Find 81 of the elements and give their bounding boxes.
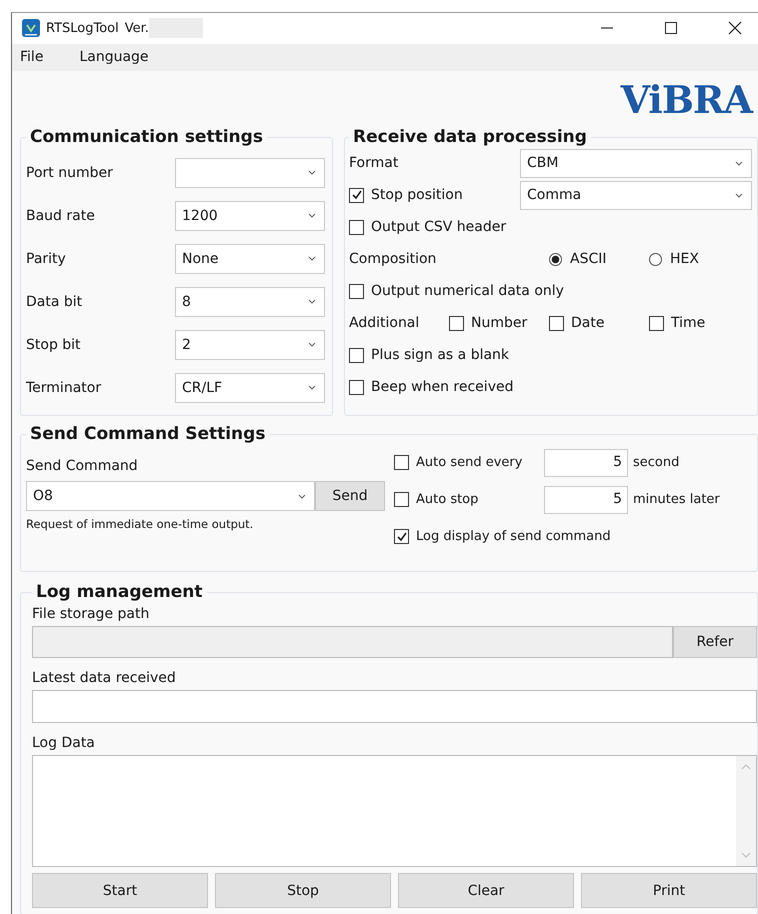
dropdown[interactable]: 1200 xyxy=(175,200,325,230)
checkbox[interactable]: Plus sign as a blank xyxy=(349,347,510,363)
radio-button[interactable]: HEX xyxy=(649,251,749,267)
caret-icon xyxy=(735,192,743,198)
dropdown[interactable]: CBM xyxy=(520,148,752,178)
radio-circle[interactable] xyxy=(649,252,662,266)
field-label: Additional xyxy=(349,315,420,331)
checkbox[interactable]: Auto send every xyxy=(394,455,544,470)
field-label: Baud rate xyxy=(26,208,95,224)
checkbox[interactable]: Auto stop xyxy=(394,492,544,507)
radio-button[interactable]: ASCII xyxy=(549,251,649,267)
window-title: RTSLogTool xyxy=(46,20,119,36)
field-label: Composition xyxy=(349,251,438,267)
group-title: Receive data processing xyxy=(352,127,588,147)
dropdown[interactable]: 2 xyxy=(175,330,325,360)
caret-icon xyxy=(308,342,316,347)
group-title: Log management xyxy=(35,582,204,602)
number-field[interactable]: 5 xyxy=(544,486,628,514)
checkbox-box[interactable] xyxy=(394,529,409,544)
checkbox-box[interactable] xyxy=(349,188,364,202)
field-label: Stop bit xyxy=(26,336,81,352)
field-label: Data bit xyxy=(26,294,82,310)
field-label: Send Command xyxy=(26,458,139,474)
checkbox[interactable]: Output CSV header xyxy=(349,219,506,235)
menu-item[interactable]: File xyxy=(12,49,52,66)
app-icon xyxy=(22,19,40,38)
checkbox-box[interactable] xyxy=(394,455,409,470)
number-field[interactable]: 5 xyxy=(544,448,628,476)
caret-icon xyxy=(308,256,316,261)
action-button[interactable]: Stop xyxy=(215,873,391,908)
checkbox[interactable]: Stop position xyxy=(349,187,520,203)
caret-icon xyxy=(308,385,316,390)
group-title: Send Command Settings xyxy=(29,424,266,444)
maximize-icon[interactable] xyxy=(664,21,678,36)
checkbox[interactable]: Number xyxy=(449,315,549,331)
checkbox-box[interactable] xyxy=(394,492,409,507)
checkbox-box[interactable] xyxy=(349,284,364,298)
latest-data-field[interactable] xyxy=(32,690,757,723)
checkbox-box[interactable] xyxy=(349,220,364,234)
field-label: Log Data xyxy=(32,735,96,751)
checkbox-box[interactable] xyxy=(349,380,364,394)
caret-icon xyxy=(308,299,316,304)
caret-icon xyxy=(308,213,316,218)
field-label: Port number xyxy=(26,164,113,180)
caret-icon xyxy=(308,170,316,175)
logo: ViBRA xyxy=(620,76,752,122)
refer-button[interactable]: Refer xyxy=(673,626,757,658)
checkbox-box[interactable] xyxy=(349,348,364,362)
action-button[interactable]: Print xyxy=(581,873,757,908)
checkbox-box[interactable] xyxy=(649,316,664,330)
checkbox[interactable]: Beep when received xyxy=(349,379,514,395)
dropdown[interactable]: None xyxy=(175,244,325,274)
caret-icon xyxy=(735,160,743,166)
close-icon[interactable] xyxy=(728,21,742,36)
action-button[interactable]: Clear xyxy=(398,873,574,908)
menu-item[interactable]: Language xyxy=(71,49,157,66)
unit-label: second xyxy=(633,455,680,470)
send-button[interactable]: Send xyxy=(315,481,385,511)
command-dropdown[interactable]: O8 xyxy=(26,481,315,511)
unit-label: minutes later xyxy=(633,492,720,507)
path-field[interactable] xyxy=(32,626,673,658)
checkbox-box[interactable] xyxy=(549,316,564,330)
field-label: Terminator xyxy=(26,380,102,396)
dropdown[interactable]: Comma xyxy=(520,180,752,210)
checkbox[interactable]: Time xyxy=(649,315,749,331)
version-label: Ver. xyxy=(124,20,149,36)
caret-icon xyxy=(298,494,306,498)
checkbox[interactable]: Log display of send command xyxy=(394,529,611,544)
dropdown[interactable]: 8 xyxy=(175,286,325,316)
field-label: Format xyxy=(349,155,400,171)
checkbox-box[interactable] xyxy=(449,316,464,330)
field-label: Latest data received xyxy=(32,670,177,686)
field-label: Parity xyxy=(26,250,66,266)
hint-text: Request of immediate one-time output. xyxy=(26,517,254,531)
field-label: File storage path xyxy=(32,606,150,622)
radio-circle[interactable] xyxy=(549,252,562,266)
checkbox[interactable]: Output numerical data only xyxy=(349,283,564,299)
checkbox[interactable]: Date xyxy=(549,315,649,331)
dropdown[interactable]: CR/LF xyxy=(175,372,325,402)
group-title: Communication settings xyxy=(29,127,264,147)
action-button[interactable]: Start xyxy=(32,873,208,908)
